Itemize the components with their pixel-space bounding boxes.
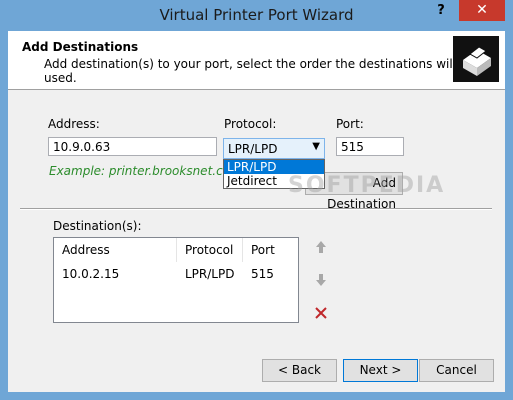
address-label: Address: [48, 117, 100, 131]
list-header: Address Protocol Port [54, 238, 298, 262]
destinations-label: Destination(s): [53, 219, 142, 233]
protocol-selected-value: LPR/LPD [228, 142, 278, 156]
row-port: 515 [251, 267, 274, 281]
row-address: 10.0.2.15 [62, 267, 120, 281]
address-example: Example: printer.brooksnet.com [49, 164, 242, 178]
delete-x-icon[interactable] [312, 304, 330, 322]
protocol-dropdown: LPR/LPD Jetdirect [223, 159, 325, 189]
column-header-address[interactable]: Address [54, 238, 177, 262]
protocol-select[interactable]: LPR/LPD ▼ [223, 138, 325, 159]
port-input[interactable]: 515 [336, 137, 404, 156]
protocol-option-lpr[interactable]: LPR/LPD [224, 160, 324, 174]
title-bar: Virtual Printer Port Wizard ? ✕ [0, 0, 513, 31]
arrow-up-icon[interactable] [312, 238, 330, 256]
back-button[interactable]: < Back [262, 359, 337, 382]
cancel-button[interactable]: Cancel [419, 359, 494, 382]
header-title: Add Destinations [22, 40, 139, 54]
protocol-label: Protocol: [224, 117, 277, 131]
close-button[interactable]: ✕ [459, 0, 505, 21]
destinations-list[interactable]: Address Protocol Port 10.0.2.15 LPR/LPD … [53, 237, 299, 323]
address-input[interactable]: 10.9.0.63 [48, 137, 217, 156]
wizard-body: Add Destinations Add destination(s) to y… [8, 31, 505, 392]
help-button[interactable]: ? [428, 1, 454, 21]
protocol-option-jetdirect[interactable]: Jetdirect [224, 174, 324, 188]
column-header-port[interactable]: Port [243, 238, 298, 262]
column-header-protocol[interactable]: Protocol [177, 238, 243, 262]
header-subtitle: Add destination(s) to your port, select … [44, 57, 475, 85]
arrow-down-icon[interactable] [312, 271, 330, 289]
row-protocol: LPR/LPD [185, 267, 235, 281]
chevron-down-icon: ▼ [312, 141, 320, 152]
printer-icon [453, 36, 499, 82]
table-row[interactable]: 10.0.2.15 LPR/LPD 515 [54, 265, 298, 283]
wizard-window: Virtual Printer Port Wizard ? ✕ Add Dest… [0, 0, 513, 400]
wizard-header: Add Destinations Add destination(s) to y… [8, 31, 505, 90]
next-button[interactable]: Next > [343, 359, 418, 382]
divider [20, 208, 492, 210]
port-label: Port: [336, 117, 364, 131]
